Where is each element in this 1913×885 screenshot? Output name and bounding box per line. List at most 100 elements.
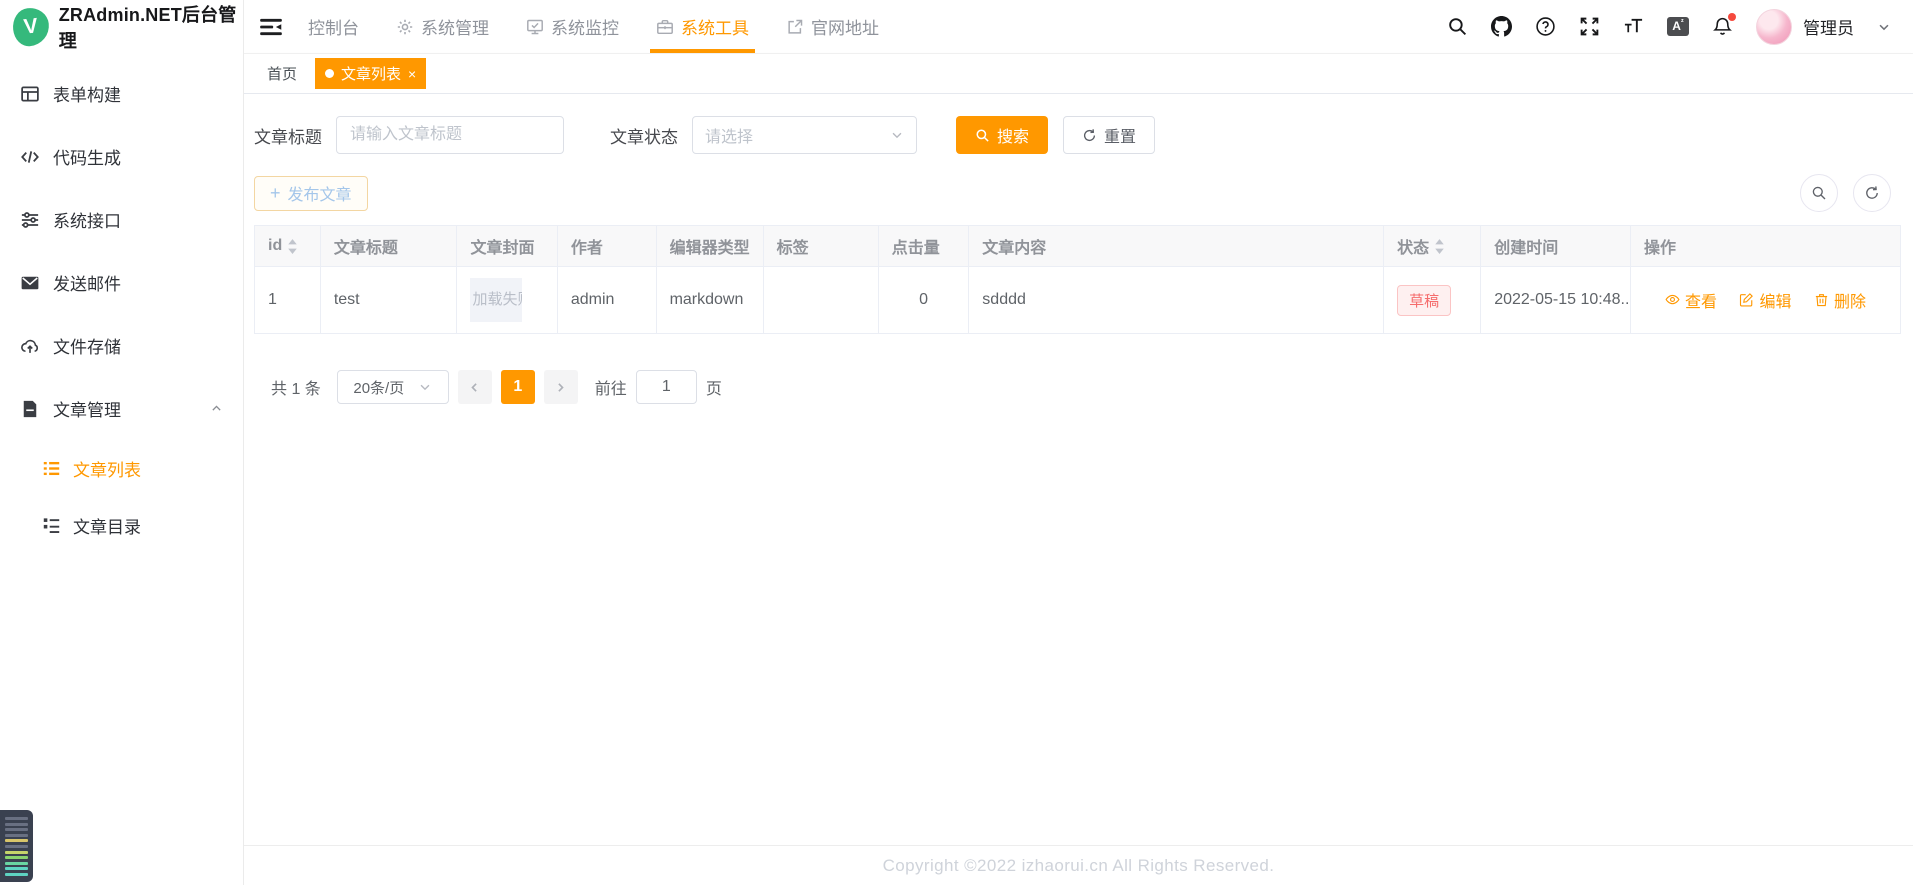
page-unit-label: 页 bbox=[706, 375, 722, 399]
top-menu-label: 控制台 bbox=[308, 14, 359, 39]
sidebar-collapse-icon[interactable] bbox=[258, 14, 284, 40]
refresh-icon bbox=[1082, 128, 1097, 143]
chevron-right-icon bbox=[554, 381, 567, 394]
col-operations: 操作 bbox=[1630, 226, 1900, 267]
prev-page-button[interactable] bbox=[458, 370, 492, 404]
top-menu-system-tools[interactable]: 系统工具 bbox=[656, 0, 749, 53]
sidebar: V ZRAdmin.NET后台管理 表单构建 代码生成 系统接口 发送邮件 文件… bbox=[0, 0, 244, 885]
top-menu-system-manage[interactable]: 系统管理 bbox=[396, 0, 489, 53]
page-footer: Copyright ©2022 izhaorui.cn All Rights R… bbox=[244, 845, 1913, 885]
next-page-button[interactable] bbox=[544, 370, 578, 404]
chevron-left-icon bbox=[468, 381, 481, 394]
col-content: 文章内容 bbox=[969, 226, 1384, 267]
pagination-total: 共 1 条 bbox=[271, 375, 321, 399]
sidebar-item-code-gen[interactable]: 代码生成 bbox=[0, 125, 243, 188]
font-size-icon[interactable] bbox=[1623, 16, 1644, 37]
plus-icon: + bbox=[270, 184, 281, 202]
delete-button[interactable]: 删除 bbox=[1814, 288, 1866, 312]
avatar[interactable] bbox=[1756, 9, 1792, 45]
search-icon[interactable] bbox=[1447, 16, 1468, 37]
cell-tags bbox=[763, 267, 878, 334]
mail-icon bbox=[20, 273, 40, 293]
top-menu: 控制台 系统管理 系统监控 系统工具 官网地址 bbox=[308, 0, 879, 53]
top-menu-official-site[interactable]: 官网地址 bbox=[786, 0, 879, 53]
tab-close-icon[interactable]: × bbox=[408, 67, 416, 81]
app-logo: V bbox=[11, 6, 50, 48]
title-filter-input[interactable] bbox=[336, 116, 564, 154]
col-cover: 文章封面 bbox=[457, 226, 557, 267]
search-icon bbox=[1811, 185, 1827, 201]
sidebar-item-label: 文章目录 bbox=[73, 513, 141, 538]
chevron-down-icon bbox=[418, 380, 432, 394]
eye-icon bbox=[1665, 292, 1680, 307]
sidebar-item-article-catalog[interactable]: 文章目录 bbox=[0, 497, 243, 554]
cell-created: 2022-05-15 10:48... bbox=[1481, 267, 1631, 334]
sort-icon[interactable] bbox=[1434, 238, 1445, 255]
page-size-select[interactable]: 20条/页 bbox=[337, 370, 449, 404]
col-title: 文章标题 bbox=[320, 226, 457, 267]
col-id[interactable]: id bbox=[255, 226, 321, 267]
sidebar-item-article-manage[interactable]: 文章管理 bbox=[0, 377, 243, 440]
table-row: 1 test 加载失败 admin markdown 0 sdddd 草稿 20… bbox=[255, 267, 1901, 334]
goto-page-input[interactable] bbox=[636, 370, 697, 404]
refresh-table-button[interactable] bbox=[1853, 174, 1891, 212]
top-menu-label: 系统管理 bbox=[421, 14, 489, 39]
tab-label: 文章列表 bbox=[341, 63, 401, 84]
language-icon[interactable]: Aᶻ bbox=[1667, 17, 1689, 36]
cell-clicks: 0 bbox=[878, 267, 969, 334]
user-name[interactable]: 管理员 bbox=[1803, 14, 1854, 39]
status-filter-select[interactable]: 请选择 bbox=[692, 116, 917, 154]
main-content: 文章标题 文章状态 请选择 搜索 重置 + 发布文章 bbox=[244, 94, 1913, 885]
sidebar-item-system-api[interactable]: 系统接口 bbox=[0, 188, 243, 251]
top-menu-system-monitor[interactable]: 系统监控 bbox=[526, 0, 619, 53]
pagination: 共 1 条 20条/页 1 前往 页 bbox=[254, 370, 1901, 404]
sidebar-item-label: 代码生成 bbox=[53, 144, 121, 169]
top-menu-dashboard[interactable]: 控制台 bbox=[308, 0, 359, 53]
col-tags: 标签 bbox=[763, 226, 878, 267]
table-toolbar: + 发布文章 bbox=[254, 174, 1901, 212]
page-number-active[interactable]: 1 bbox=[501, 370, 535, 404]
document-icon bbox=[20, 399, 40, 419]
help-icon[interactable] bbox=[1535, 16, 1556, 37]
tab-home[interactable]: 首页 bbox=[261, 59, 303, 88]
tab-article-list[interactable]: 文章列表 × bbox=[315, 58, 426, 89]
chevron-down-icon bbox=[890, 128, 904, 142]
copyright-text: Copyright ©2022 izhaorui.cn All Rights R… bbox=[883, 856, 1275, 876]
fullscreen-icon[interactable] bbox=[1579, 16, 1600, 37]
sidebar-item-article-list[interactable]: 文章列表 bbox=[0, 440, 243, 497]
article-table: id 文章标题 文章封面 作者 编辑器类型 标签 点击量 文章内容 状态 创建时… bbox=[254, 225, 1901, 334]
search-button[interactable]: 搜索 bbox=[956, 116, 1048, 154]
top-menu-label: 官网地址 bbox=[811, 14, 879, 39]
sidebar-item-send-mail[interactable]: 发送邮件 bbox=[0, 251, 243, 314]
app-logo-row[interactable]: V ZRAdmin.NET后台管理 bbox=[0, 0, 243, 54]
cloud-upload-icon bbox=[20, 336, 40, 356]
view-button[interactable]: 查看 bbox=[1665, 288, 1717, 312]
chevron-up-icon bbox=[210, 402, 223, 415]
select-placeholder: 请选择 bbox=[705, 123, 753, 147]
show-search-button[interactable] bbox=[1800, 174, 1838, 212]
edit-button[interactable]: 编辑 bbox=[1739, 288, 1791, 312]
sidebar-item-label: 文件存储 bbox=[53, 333, 121, 358]
notifications-button[interactable] bbox=[1712, 16, 1733, 37]
publish-article-button[interactable]: + 发布文章 bbox=[254, 176, 368, 211]
list-icon bbox=[42, 459, 61, 478]
cell-title: test bbox=[320, 267, 457, 334]
sidebar-item-label: 发送邮件 bbox=[53, 270, 121, 295]
devtools-mini-widget[interactable] bbox=[0, 810, 33, 882]
sort-icon[interactable] bbox=[287, 238, 298, 255]
reset-button[interactable]: 重置 bbox=[1063, 116, 1155, 154]
chevron-down-icon[interactable] bbox=[1877, 20, 1891, 34]
sidebar-item-form-builder[interactable]: 表单构建 bbox=[0, 62, 243, 125]
filter-form: 文章标题 文章状态 请选择 搜索 重置 bbox=[254, 116, 1901, 154]
notification-dot bbox=[1728, 13, 1736, 21]
cell-content: sdddd bbox=[969, 267, 1384, 334]
app-title: ZRAdmin.NET后台管理 bbox=[59, 1, 243, 53]
col-status[interactable]: 状态 bbox=[1384, 226, 1481, 267]
table-header-row: id 文章标题 文章封面 作者 编辑器类型 标签 点击量 文章内容 状态 创建时… bbox=[255, 226, 1901, 267]
sidebar-item-file-storage[interactable]: 文件存储 bbox=[0, 314, 243, 377]
gear-icon bbox=[396, 18, 414, 36]
cell-id: 1 bbox=[255, 267, 321, 334]
github-icon[interactable] bbox=[1491, 16, 1512, 37]
status-badge: 草稿 bbox=[1397, 285, 1451, 316]
search-icon bbox=[975, 128, 990, 143]
